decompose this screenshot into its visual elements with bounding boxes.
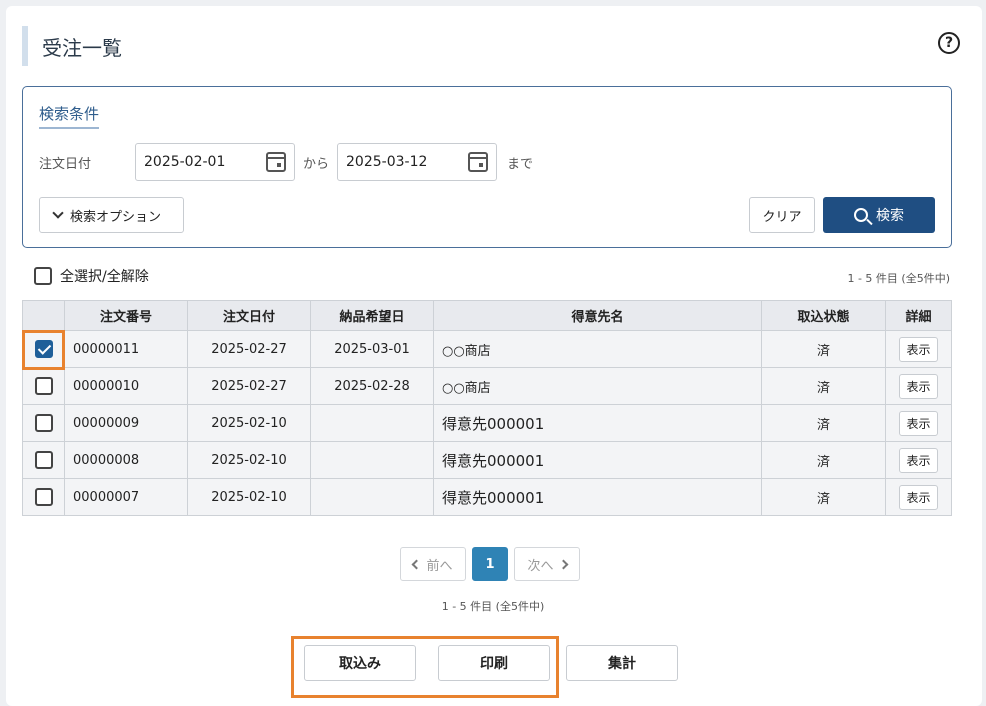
date-range-row: 注文日付 2025-02-01 から 2025-03-12 まで xyxy=(39,143,533,181)
order-no-cell: 00000011 xyxy=(64,330,188,368)
row-checkbox[interactable] xyxy=(34,451,53,469)
help-icon[interactable]: ? xyxy=(938,32,960,54)
delivery-date-cell: 2025-02-28 xyxy=(310,367,434,405)
search-icon xyxy=(854,208,868,222)
search-button[interactable]: 検索 xyxy=(823,197,935,233)
delivery-date-cell xyxy=(310,404,434,442)
row-checkbox[interactable] xyxy=(34,377,53,395)
row-checkbox[interactable] xyxy=(34,488,53,506)
status-cell: 済 xyxy=(761,404,886,442)
date-from-input[interactable]: 2025-02-01 xyxy=(135,143,295,181)
status-cell: 済 xyxy=(761,478,886,516)
order-date-cell: 2025-02-10 xyxy=(187,441,311,479)
result-count: 1 - 5 件目 (全5件中) xyxy=(847,272,950,285)
delivery-date-cell xyxy=(310,441,434,479)
detail-show-button[interactable]: 表示 xyxy=(899,410,938,436)
pagination: 前へ 1 次へ xyxy=(400,547,580,581)
date-to-input[interactable]: 2025-03-12 xyxy=(337,143,498,181)
status-cell: 済 xyxy=(761,367,886,405)
detail-show-button[interactable]: 表示 xyxy=(899,373,938,399)
result-count-bottom: 1 - 5 件目 (全5件中) xyxy=(441,600,545,613)
date-label: 注文日付 xyxy=(39,156,92,172)
from-suffix: から xyxy=(303,156,330,172)
status-cell: 済 xyxy=(761,441,886,479)
table-row: 00000008 2025-02-10 得意先000001 済 表示 xyxy=(22,441,952,479)
page-title: 受注一覧 xyxy=(42,35,122,60)
detail-show-button[interactable]: 表示 xyxy=(899,336,938,362)
order-date-cell: 2025-02-27 xyxy=(187,330,311,368)
customer-cell: ○○商店 xyxy=(433,330,762,368)
row-checkbox[interactable] xyxy=(34,340,53,358)
detail-show-button[interactable]: 表示 xyxy=(899,484,938,510)
next-page-button[interactable]: 次へ xyxy=(514,547,580,581)
table-row: 00000007 2025-02-10 得意先000001 済 表示 xyxy=(22,478,952,516)
search-heading: 検索条件 xyxy=(39,103,100,129)
column-header-delivery-date: 納品希望日 xyxy=(310,300,434,331)
order-date-cell: 2025-02-10 xyxy=(187,478,311,516)
order-no-cell: 00000007 xyxy=(64,478,188,516)
delivery-date-cell: 2025-03-01 xyxy=(310,330,434,368)
order-no-cell: 00000010 xyxy=(64,367,188,405)
table-row: 00000009 2025-02-10 得意先000001 済 表示 xyxy=(22,404,952,442)
calendar-icon[interactable] xyxy=(468,152,489,172)
customer-cell: ○○商店 xyxy=(433,367,762,405)
column-header-order-date: 注文日付 xyxy=(187,300,311,331)
table-header-row: 注文番号 注文日付 納品希望日 得意先名 取込状態 詳細 xyxy=(22,300,952,331)
select-all-toggle[interactable]: 全選択/全解除 xyxy=(34,266,149,286)
clear-button[interactable]: クリア xyxy=(749,197,815,233)
row-checkbox[interactable] xyxy=(34,414,53,432)
column-header-customer: 得意先名 xyxy=(433,300,762,331)
search-options-button[interactable]: 検索オプション xyxy=(39,197,184,233)
customer-cell: 得意先000001 xyxy=(433,404,762,442)
chevron-left-icon xyxy=(412,559,422,569)
chevron-down-icon xyxy=(52,207,64,219)
customer-cell: 得意先000001 xyxy=(433,441,762,479)
table-row: 00000011 2025-02-27 2025-03-01 ○○商店 済 表示 xyxy=(22,330,952,368)
column-header-select xyxy=(22,300,65,331)
chevron-right-icon xyxy=(558,559,568,569)
order-date-cell: 2025-02-27 xyxy=(187,367,311,405)
calendar-icon[interactable] xyxy=(266,152,286,172)
order-no-cell: 00000008 xyxy=(64,441,188,479)
select-all-checkbox[interactable] xyxy=(34,267,52,285)
column-header-order-no: 注文番号 xyxy=(64,300,188,331)
summary-button[interactable]: 集計 xyxy=(566,645,678,681)
column-header-status: 取込状態 xyxy=(761,300,886,331)
customer-cell: 得意先000001 xyxy=(433,478,762,516)
to-suffix: まで xyxy=(507,156,534,172)
detail-show-button[interactable]: 表示 xyxy=(899,447,938,473)
print-button[interactable]: 印刷 xyxy=(438,645,550,681)
page-1-button[interactable]: 1 xyxy=(472,547,508,581)
import-button[interactable]: 取込み xyxy=(304,645,416,681)
status-cell: 済 xyxy=(761,330,886,368)
order-date-cell: 2025-02-10 xyxy=(187,404,311,442)
date-from-value: 2025-02-01 xyxy=(144,154,226,170)
table-row: 00000010 2025-02-27 2025-02-28 ○○商店 済 表示 xyxy=(22,367,952,405)
page-title-bar: 受注一覧 xyxy=(22,26,122,66)
date-to-value: 2025-03-12 xyxy=(346,154,428,170)
prev-page-button[interactable]: 前へ xyxy=(400,547,466,581)
column-header-detail: 詳細 xyxy=(885,300,952,331)
search-conditions-panel: 検索条件 注文日付 2025-02-01 から 2025-03-12 まで 検索… xyxy=(22,86,952,248)
delivery-date-cell xyxy=(310,478,434,516)
order-no-cell: 00000009 xyxy=(64,404,188,442)
orders-table: 注文番号 注文日付 納品希望日 得意先名 取込状態 詳細 00000011 20… xyxy=(22,300,952,516)
